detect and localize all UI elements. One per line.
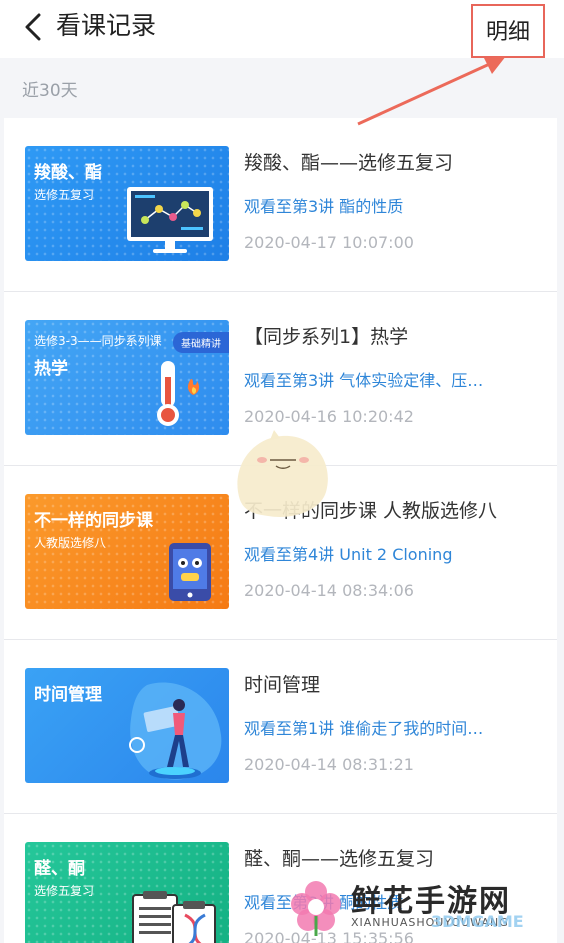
thumb-subtitle: 选修五复习 xyxy=(34,188,95,202)
course-thumbnail: 醛、酮 选修五复习 xyxy=(25,842,229,943)
progress-link[interactable]: 观看至第1讲 谁偷走了我的时间… xyxy=(244,715,483,739)
monitor-molecule-icon xyxy=(127,187,213,253)
section-label: 近30天 xyxy=(22,81,78,101)
course-list: 羧酸、酯 选修五复习 羧酸、酯——选修五复习 观看至第3讲 酯的性质 2020-… xyxy=(4,118,557,943)
course-thumbnail: 羧酸、酯 选修五复习 xyxy=(25,146,229,261)
timestamp: 2020-04-17 10:07:00 xyxy=(244,233,414,252)
tablet-icon xyxy=(169,543,211,601)
timestamp: 2020-04-16 10:20:42 xyxy=(244,407,414,426)
chevron-left-icon xyxy=(25,13,41,41)
thumb-title: 时间管理 xyxy=(34,685,102,705)
timestamp: 2020-04-14 08:31:21 xyxy=(244,755,414,774)
thumb-title: 羧酸、酯 xyxy=(34,163,102,183)
thumb-title: 热学 xyxy=(34,359,68,379)
thumb-badge: 基础精讲 xyxy=(173,332,229,353)
course-row[interactable]: 羧酸、酯 选修五复习 羧酸、酯——选修五复习 观看至第3讲 酯的性质 2020-… xyxy=(4,118,557,292)
mascot-watermark-icon xyxy=(237,430,328,517)
progress-link[interactable]: 观看至第4讲 Unit 2 Cloning xyxy=(244,541,452,565)
site-watermark: 鲜花手游网 XIANHUASHOUYOUWANG 3DMGAME xyxy=(285,872,557,943)
course-thumbnail: 时间管理 xyxy=(25,668,229,783)
page-title: 看课记录 xyxy=(56,11,157,40)
course-title: 羧酸、酯——选修五复习 xyxy=(244,152,454,174)
flower-logo-icon xyxy=(291,881,341,936)
course-row[interactable]: 时间管理 时间管理 观看至第1讲 谁偷走了我的时间… 2020-04-14 08… xyxy=(4,640,557,814)
progress-link[interactable]: 观看至第3讲 气体实验定律、压… xyxy=(244,367,483,391)
thumb-subtitle: 选修3-3——同步系列课 xyxy=(34,334,162,348)
course-title: 时间管理 xyxy=(244,674,321,696)
time-management-illustration xyxy=(129,682,222,780)
watermark-brand: 3DMGAME xyxy=(431,912,524,931)
course-title: 【同步系列1】热学 xyxy=(244,326,409,348)
detail-button[interactable]: 明细 xyxy=(471,4,545,58)
thermometer-icon xyxy=(157,361,200,426)
course-thumbnail: 基础精讲 选修3-3——同步系列课 热学 xyxy=(25,320,229,435)
course-title: 醛、酮——选修五复习 xyxy=(244,848,435,870)
thumb-title: 不一样的同步课 xyxy=(34,511,153,531)
clipboard-dna-icon xyxy=(132,891,216,943)
section-header: 近30天 xyxy=(0,58,564,118)
top-bar: 看课记录 明细 xyxy=(0,0,564,58)
timestamp: 2020-04-14 08:34:06 xyxy=(244,581,414,600)
back-button[interactable] xyxy=(18,10,48,44)
thumb-subtitle: 选修五复习 xyxy=(34,884,95,898)
course-thumbnail: 不一样的同步课 人教版选修八 xyxy=(25,494,229,609)
thumb-subtitle: 人教版选修八 xyxy=(34,536,107,550)
thumb-title: 醛、酮 xyxy=(34,859,85,879)
progress-link[interactable]: 观看至第3讲 酯的性质 xyxy=(244,193,403,217)
